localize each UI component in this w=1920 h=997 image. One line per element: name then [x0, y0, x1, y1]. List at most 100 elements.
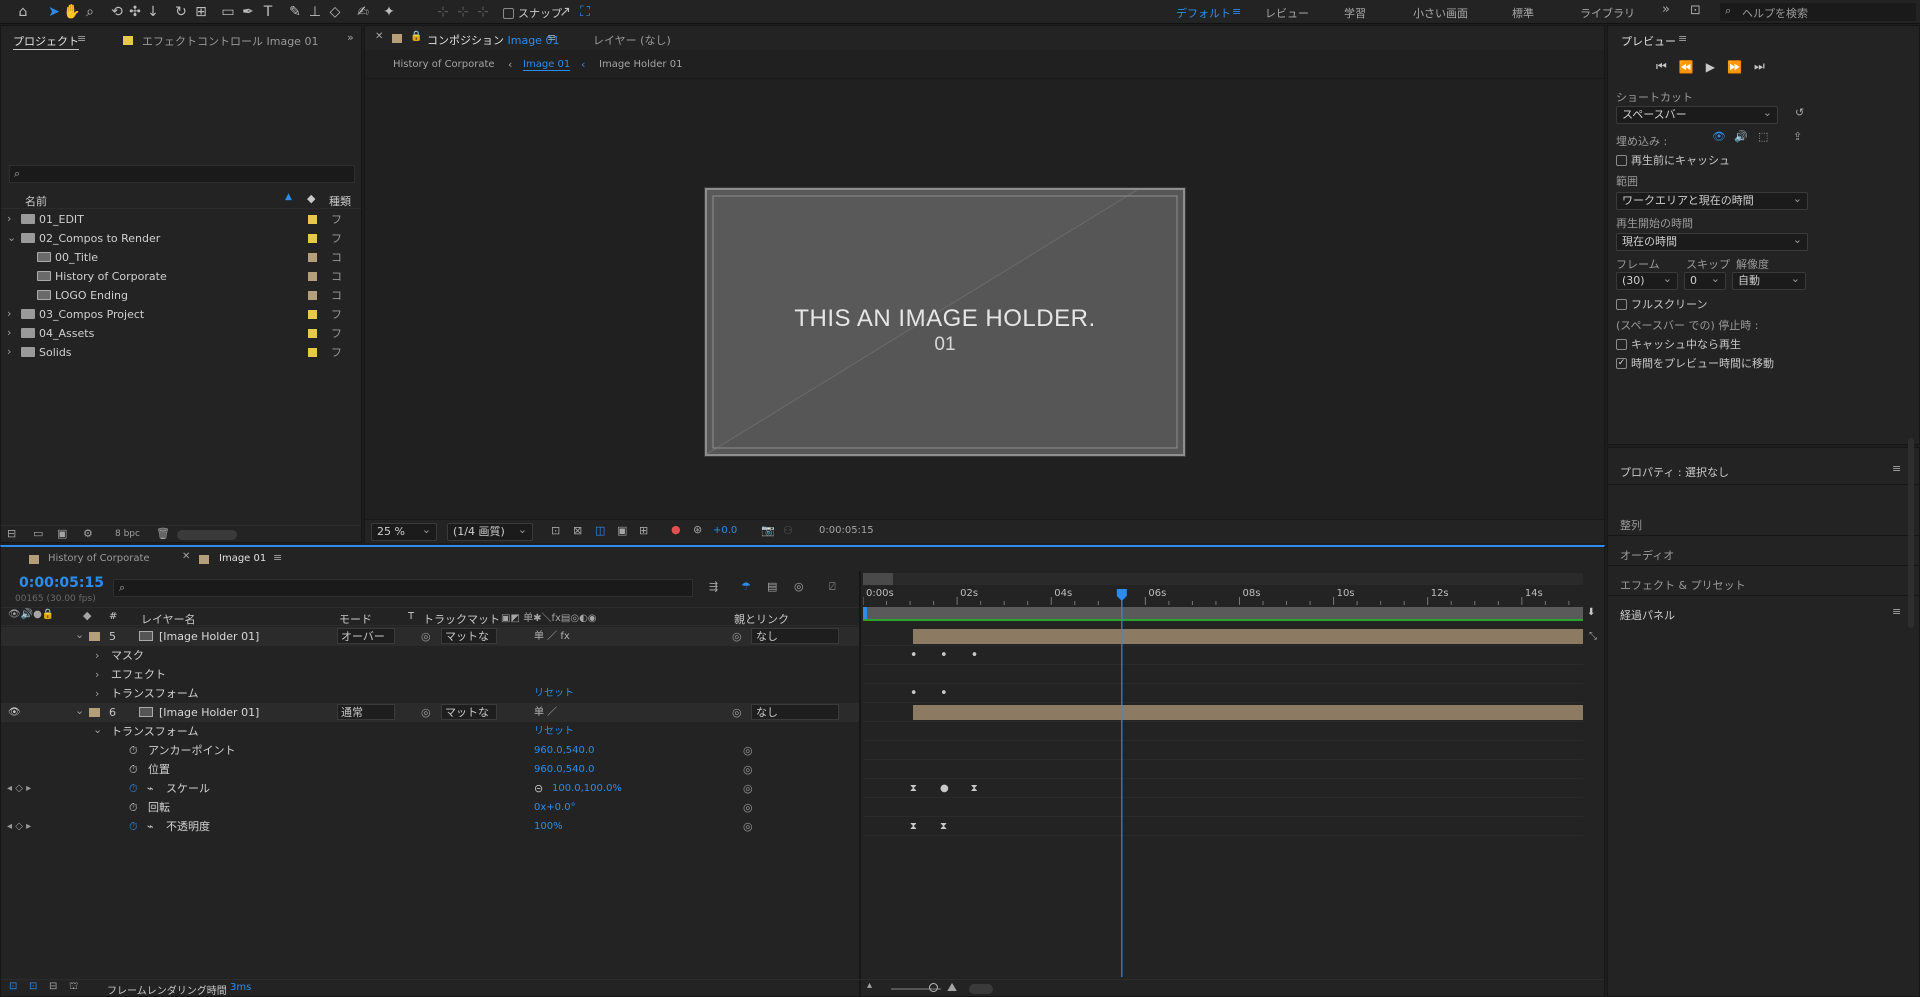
expression-pickwhip-icon[interactable]: ◎ — [743, 760, 753, 779]
time-navigator[interactable] — [863, 573, 1583, 585]
overlay-toggle-icon[interactable]: ⬚ — [1758, 130, 1768, 143]
property-row[interactable]: ◂ ◇ ▸ ⏱ ⌁ 不透明度 100% ◎ — [1, 817, 859, 836]
frame-blending-icon[interactable]: ▤ — [767, 580, 777, 593]
transparency-grid-icon[interactable]: ⊠ — [573, 524, 582, 537]
play-icon[interactable]: ▶ — [1706, 60, 1715, 74]
axis-local-icon[interactable]: ⊹ — [434, 3, 452, 21]
expression-pickwhip-icon[interactable]: ◎ — [743, 817, 753, 836]
tab-effect-controls[interactable]: エフェクトコントロール Image 01 — [142, 33, 318, 49]
workspace-learn[interactable]: 学習 — [1344, 5, 1366, 21]
zoom-out-icon[interactable]: ▴ — [867, 980, 872, 991]
label-color-chip[interactable] — [89, 632, 100, 641]
comp-timecode[interactable]: 0:00:05:15 — [819, 525, 874, 536]
preview-title[interactable]: プレビュー — [1621, 33, 1676, 49]
parent-header[interactable]: 親とリンク — [734, 611, 789, 627]
stop-play-cache-checkbox[interactable]: キャッシュ中なら再生 — [1616, 336, 1741, 352]
project-settings-icon[interactable]: ⚙ — [83, 527, 93, 540]
first-frame-icon[interactable]: ⏮ — [1656, 59, 1667, 74]
link-icon[interactable]: ◎ — [421, 703, 431, 722]
chevron-down-icon[interactable]: ⌄ — [93, 720, 102, 739]
expand-panel-icon[interactable]: » — [347, 31, 354, 44]
timeline-search-input[interactable]: ⌕ — [113, 579, 693, 597]
transfer-controls-icon[interactable]: ⊡ — [29, 981, 37, 992]
grid-guides-icon[interactable]: ⊞ — [639, 524, 648, 537]
trash-icon[interactable]: 🗑 — [156, 527, 170, 540]
hand-tool-icon[interactable]: ✋ — [63, 3, 81, 21]
stopwatch-icon[interactable]: ⏱ — [129, 798, 138, 817]
visibility-eye-icon[interactable]: 👁 — [8, 703, 21, 722]
roto-brush-tool-icon[interactable]: ✍ — [354, 3, 372, 21]
col-type-header[interactable]: 種類 — [329, 193, 351, 209]
breadcrumb-item-1[interactable]: Image 01 — [523, 59, 571, 71]
thumbnail-size-slider[interactable] — [177, 530, 237, 540]
mask-visibility-icon[interactable]: ◫ — [595, 524, 605, 537]
audio-toggle-icon[interactable]: 🔊 — [1734, 130, 1748, 143]
graph-icon[interactable]: ⌁ — [147, 779, 154, 798]
keyframe-navigator[interactable]: ◂ ◇ ▸ — [7, 779, 31, 798]
zoom-tool-icon[interactable]: ⌕ — [81, 3, 99, 21]
property-value[interactable]: 960.0,540.0 — [534, 760, 594, 779]
tracker-panel-tab[interactable]: 経過パネル — [1620, 607, 1675, 623]
exposure-reset-icon[interactable]: ⊛ — [693, 523, 702, 536]
property-row[interactable]: ⏱ 回転 0x+0.0° ◎ — [1, 798, 859, 817]
layer-row[interactable]: 👁 ⌄ 6 [Image Holder 01] 通常 ◎ マットな 单 ／ ◎ なし — [1, 703, 859, 722]
property-row[interactable]: ⌄ トランスフォーム リセット — [1, 722, 859, 741]
reset-link[interactable]: リセット — [534, 684, 574, 703]
more-workspaces-icon[interactable]: » — [1662, 2, 1670, 17]
layer-switches[interactable]: 单 ／ — [534, 703, 557, 722]
project-item[interactable]: ⌄ 02_Compos to Render フ — [1, 229, 361, 248]
property-value[interactable]: 100% — [534, 817, 563, 836]
parent-select[interactable]: なし — [751, 628, 839, 644]
workspace-default[interactable]: デフォルト — [1176, 5, 1231, 21]
label-color-chip[interactable] — [308, 291, 317, 300]
stopwatch-icon[interactable]: ⏱ — [129, 779, 138, 798]
close-tab-icon[interactable]: ✕ — [182, 551, 190, 562]
label-color-chip[interactable] — [308, 215, 317, 224]
pen-tool-icon[interactable]: ✒ — [239, 3, 257, 21]
workspace-libraries[interactable]: ライブラリ — [1580, 5, 1635, 21]
project-item[interactable]: LOGO Ending コ — [1, 286, 361, 305]
project-item[interactable]: 00_Title コ — [1, 248, 361, 267]
resolution-select[interactable]: 自動 — [1732, 271, 1806, 290]
align-panel-tab[interactable]: 整列 — [1620, 517, 1642, 533]
stretch-icon[interactable]: ⛫ — [69, 981, 78, 994]
project-item[interactable]: History of Corporate コ — [1, 267, 361, 286]
tab-layer[interactable]: レイヤー (なし) — [593, 32, 671, 48]
time-navigator-handle[interactable] — [863, 573, 893, 585]
chevron-right-icon[interactable]: › — [95, 684, 99, 703]
chevron-right-icon[interactable]: › — [7, 323, 11, 342]
breadcrumb-item-2[interactable]: Image Holder 01 — [599, 59, 682, 70]
exposure-value[interactable]: +0.0 — [713, 525, 737, 536]
comp-canvas[interactable]: THIS AN IMAGE HOLDER. 01 — [705, 188, 1185, 456]
property-row[interactable]: › マスク — [1, 646, 859, 665]
stopwatch-icon[interactable]: ⏱ — [129, 817, 138, 836]
axis-world-icon[interactable]: ⊹ — [454, 3, 472, 21]
properties-panel-title[interactable]: プロパティ : 選択なし — [1620, 464, 1729, 480]
scrollbar[interactable] — [1908, 438, 1914, 628]
property-value[interactable]: 960.0,540.0 — [534, 741, 594, 760]
snap-edge-icon[interactable]: ↗ — [556, 3, 574, 21]
expression-pickwhip-icon[interactable]: ◎ — [743, 798, 753, 817]
rectangle-tool-icon[interactable]: ▭ — [219, 3, 237, 21]
clone-stamp-tool-icon[interactable]: ⊥ — [306, 3, 324, 21]
fullscreen-checkbox[interactable]: フルスクリーン — [1616, 296, 1707, 312]
snap-feature-icon[interactable]: ⛶ — [576, 3, 594, 21]
snap-toggle[interactable]: スナップ — [503, 5, 562, 21]
rotate-tool-icon[interactable]: ↻ — [172, 3, 190, 21]
home-icon[interactable]: ⌂ — [14, 3, 32, 21]
playhead[interactable] — [863, 585, 1583, 977]
orbit-tool-icon[interactable]: ⟲ — [108, 3, 126, 21]
puppet-tool-icon[interactable]: ✦ — [380, 3, 398, 21]
timeline-tab-history[interactable]: History of Corporate — [48, 553, 150, 564]
panel-menu-icon[interactable]: ≡ — [77, 32, 86, 45]
trackmatte-select[interactable]: マットな — [441, 704, 497, 720]
dolly-tool-icon[interactable]: ↓ — [144, 3, 162, 21]
mode-select[interactable]: オーバー — [337, 628, 395, 644]
workspace-menu-icon[interactable]: ≡ — [1232, 5, 1241, 18]
label-color-chip[interactable] — [308, 329, 317, 338]
parent-select[interactable]: なし — [751, 704, 839, 720]
move-time-checkbox[interactable]: ✓ 時間をプレビュー時間に移動 — [1616, 355, 1774, 371]
skip-select[interactable]: 0 — [1684, 271, 1726, 290]
pan-tool-icon[interactable]: ✣ — [126, 3, 144, 21]
zoom-select[interactable]: 25 % — [371, 522, 437, 541]
